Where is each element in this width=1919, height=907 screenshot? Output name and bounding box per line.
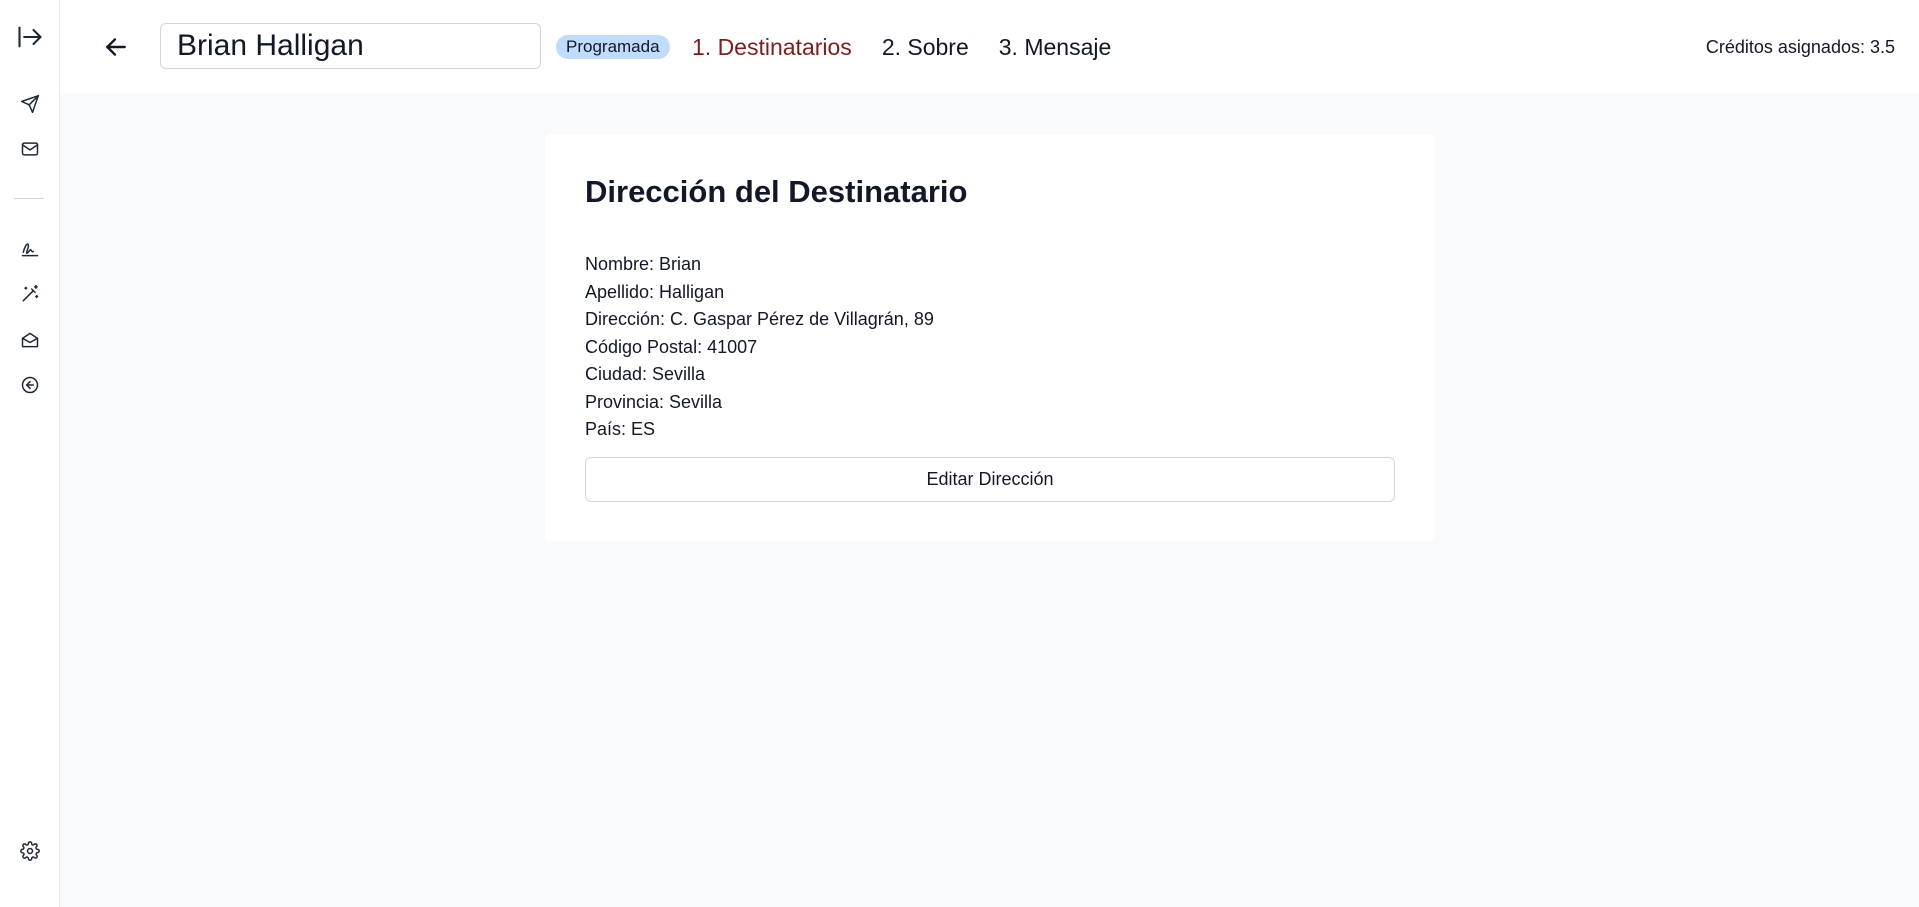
tab-mensaje[interactable]: 3. Mensaje <box>999 30 1112 64</box>
recipient-address-card: Dirección del Destinatario Nombre: Brian… <box>545 134 1435 541</box>
expand-sidebar-icon[interactable] <box>15 22 45 52</box>
back-circle-icon[interactable] <box>15 370 45 400</box>
campaign-name-input[interactable] <box>160 23 541 69</box>
field-codigo-postal: Código Postal: 41007 <box>585 336 758 357</box>
tab-sobre[interactable]: 2. Sobre <box>882 30 969 64</box>
field-ciudad: Ciudad: Sevilla <box>585 364 706 384</box>
status-badge: Programada <box>556 35 670 59</box>
sidebar-divider <box>14 198 44 199</box>
magic-wand-icon[interactable] <box>15 279 45 309</box>
send-icon[interactable] <box>15 89 45 119</box>
tab-destinatarios[interactable]: 1. Destinatarios <box>692 30 852 64</box>
field-pais: País: ES <box>585 419 656 439</box>
step-tabs: 1. Destinatarios 2. Sobre 3. Mensaje <box>692 30 1111 64</box>
field-direccion: Dirección: C. Gaspar Pérez de Villagrán,… <box>585 309 934 329</box>
header: Programada 1. Destinatarios 2. Sobre 3. … <box>60 0 1919 93</box>
address-fields: Nombre: Brian Apellido: Halligan Direcci… <box>585 251 934 444</box>
field-apellido: Apellido: Halligan <box>585 281 725 302</box>
signature-icon[interactable] <box>15 234 45 264</box>
field-provincia: Provincia: Sevilla <box>585 391 723 412</box>
mail-open-icon[interactable] <box>15 325 45 355</box>
gear-icon[interactable] <box>15 836 45 866</box>
edit-address-button[interactable]: Editar Dirección <box>585 457 1395 502</box>
sidebar <box>0 0 60 907</box>
card-title: Dirección del Destinatario <box>585 174 968 209</box>
app: Programada 1. Destinatarios 2. Sobre 3. … <box>0 0 1919 907</box>
field-nombre: Nombre: Brian <box>585 254 702 274</box>
credits-label: Créditos asignados: 3.5 <box>1705 37 1895 57</box>
mail-icon[interactable] <box>15 134 45 164</box>
back-arrow-icon[interactable] <box>98 29 134 65</box>
